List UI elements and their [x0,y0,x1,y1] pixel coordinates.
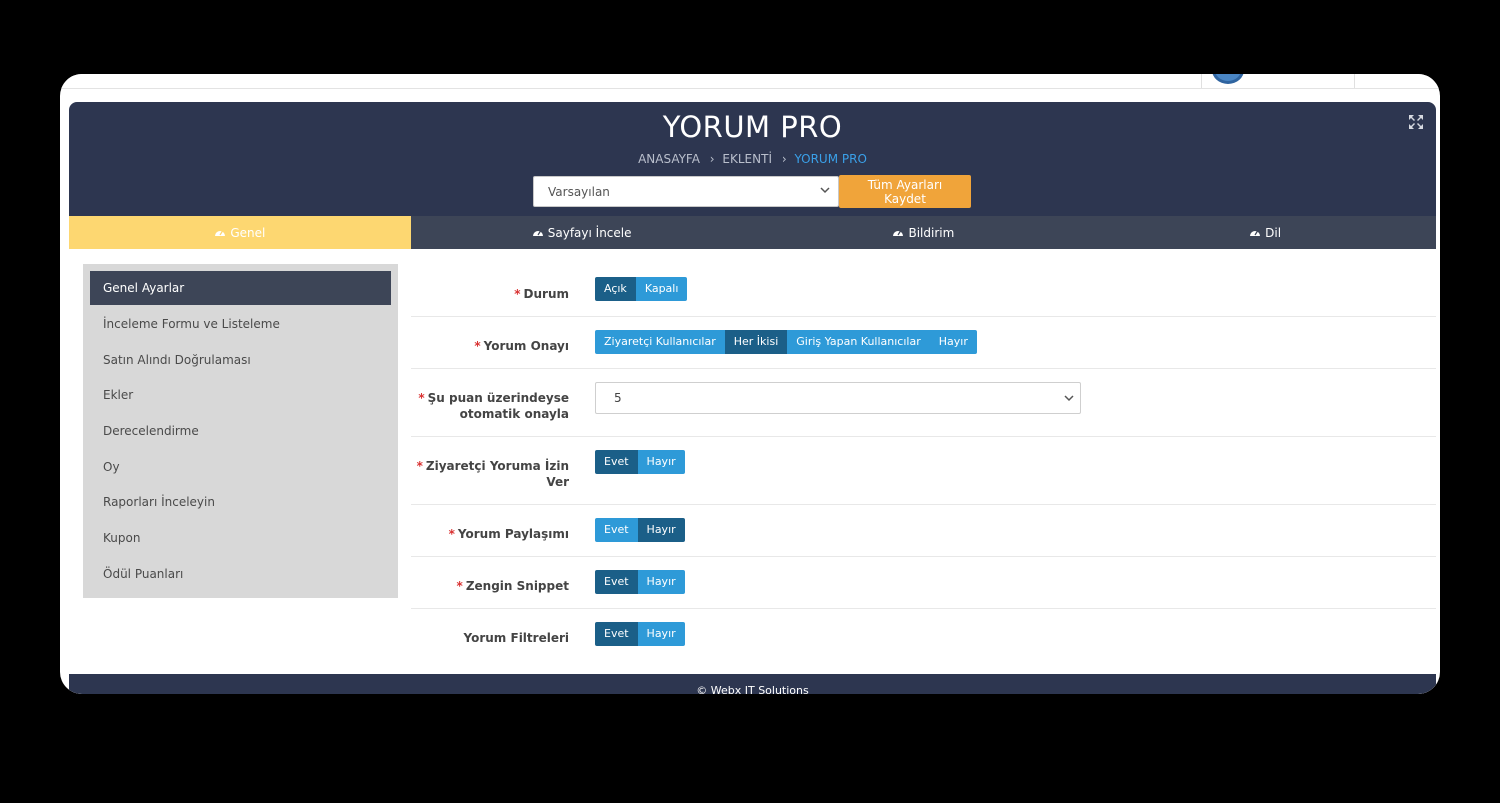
tab-label: Bildirim [908,225,955,240]
profile-select[interactable]: Varsayılan [533,176,839,207]
tab-bildirim[interactable]: Bildirim [753,216,1095,249]
page-footer: © Webx IT Solutions [69,674,1436,694]
ziyaretci-izin-toggle-group: Evet Hayır [595,450,685,474]
yorum-onayi-option-hayir[interactable]: Hayır [929,330,977,354]
sidebar-item-odul-puanlari[interactable]: Ödül Puanları [90,557,391,591]
breadcrumb-separator: › [781,152,787,166]
auto-approve-threshold-value: 5 [614,391,622,405]
form-row-durum: * Durum Açık Kapalı [411,264,1436,317]
settings-sidebar: Genel Ayarlar İnceleme Formu ve Listelem… [83,264,398,598]
sidebar-item-oy[interactable]: Oy [90,450,391,484]
yorum-paylasimi-option-evet[interactable]: Evet [595,518,638,542]
dashboard-gauge-icon [1250,230,1261,236]
page-title: YORUM PRO [662,110,843,144]
field-label: * Zengin Snippet [456,579,569,593]
breadcrumb-current[interactable]: YORUM PRO [794,152,866,166]
required-mark: * [456,579,463,593]
form-row-yorum-paylasimi: * Yorum Paylaşımı Evet Hayır [411,504,1436,557]
nav-divider [1354,74,1355,88]
breadcrumb: ANASAYFA › EKLENTİ › YORUM PRO [69,152,1436,166]
form-row-zengin-snippet: * Zengin Snippet Evet Hayır [411,556,1436,609]
sidebar-item-raporlar[interactable]: Raporları İnceleyin [90,485,391,519]
durum-toggle-group: Açık Kapalı [595,277,688,301]
field-label: * Yorum Onayı [474,339,569,353]
yorum-filtreleri-option-hayir[interactable]: Hayır [637,622,685,646]
form-row-otomatik-onay: * Şu puan üzerindeyse otomatik onayla 5 [411,368,1436,437]
field-label: * Şu puan üzerindeyse otomatik onayla [418,391,569,421]
sidebar-item-inceleme-formu[interactable]: İnceleme Formu ve Listeleme [90,307,391,341]
breadcrumb-home[interactable]: ANASAYFA [638,152,700,166]
field-label: * Ziyaretçi Yoruma İzin Ver [416,459,569,489]
tab-label: Genel [230,225,266,240]
ziyaretci-izin-option-hayir[interactable]: Hayır [637,450,685,474]
save-all-settings-button[interactable]: Tüm Ayarları Kaydet [839,175,971,208]
yorum-onayi-option-her-ikisi[interactable]: Her İkisi [724,330,788,354]
yorum-onayi-option-ziyaretci[interactable]: Ziyaretçi Kullanıcılar [595,330,725,354]
required-mark: * [418,391,425,405]
sidebar-item-genel-ayarlar[interactable]: Genel Ayarlar [90,271,391,305]
form-row-yorum-filtreleri: Yorum Filtreleri Evet Hayır [411,608,1436,660]
tab-sayfayi-incele[interactable]: Sayfayı İncele [411,216,753,249]
dashboard-gauge-icon [532,230,543,236]
zengin-snippet-option-evet[interactable]: Evet [595,570,638,594]
footer-copyright: © Webx IT Solutions [696,684,809,694]
yorum-onayi-option-giris-yapan[interactable]: Giriş Yapan Kullanıcılar [787,330,930,354]
chevron-down-icon [1064,395,1074,402]
nav-divider [1201,74,1202,88]
required-mark: * [474,339,481,353]
yorum-paylasimi-toggle-group: Evet Hayır [595,518,685,542]
yorum-filtreleri-option-evet[interactable]: Evet [595,622,638,646]
yorum-filtreleri-toggle-group: Evet Hayır [595,622,685,646]
tab-bar: Genel Sayfayı İncele Bildirim Dil [69,216,1436,249]
ziyaretci-izin-option-evet[interactable]: Evet [595,450,638,474]
sidebar-item-derecelendirme[interactable]: Derecelendirme [90,414,391,448]
sidebar-item-satin-alindi[interactable]: Satın Alındı Doğrulaması [90,343,391,377]
browser-frame: YORUM PRO ANASAYFA › EKLENTİ › YORUM PRO… [60,74,1440,694]
expand-icon[interactable] [1408,114,1424,130]
form-row-yorum-onayi: * Yorum Onayı Ziyaretçi Kullanıcılar Her … [411,316,1436,369]
module-header: YORUM PRO ANASAYFA › EKLENTİ › YORUM PRO… [69,102,1436,216]
durum-option-acik[interactable]: Açık [595,277,636,301]
user-avatar[interactable] [1212,74,1244,84]
yorum-paylasimi-option-hayir[interactable]: Hayır [637,518,685,542]
field-label: * Yorum Paylaşımı [448,527,569,541]
breadcrumb-extension[interactable]: EKLENTİ [722,152,772,166]
tab-label: Dil [1265,225,1282,240]
tab-label: Sayfayı İncele [547,225,632,240]
profile-select-value: Varsayılan [548,185,610,199]
zengin-snippet-toggle-group: Evet Hayır [595,570,685,594]
auto-approve-threshold-select[interactable]: 5 [595,382,1081,414]
dashboard-gauge-icon [893,230,904,236]
breadcrumb-separator: › [709,152,715,166]
module-panel: YORUM PRO ANASAYFA › EKLENTİ › YORUM PRO… [69,102,1436,694]
dashboard-gauge-icon [215,230,226,236]
tab-dil[interactable]: Dil [1094,216,1436,249]
top-nav-strip [60,74,1440,89]
form-row-ziyaretci-izin: * Ziyaretçi Yoruma İzin Ver Evet Hayır [411,436,1436,505]
durum-option-kapali[interactable]: Kapalı [635,277,688,301]
required-mark: * [514,287,521,301]
field-label: * Durum [514,287,569,301]
tab-genel[interactable]: Genel [69,216,411,249]
sidebar-item-kupon[interactable]: Kupon [90,521,391,555]
required-mark: * [416,459,423,473]
yorum-onayi-toggle-group: Ziyaretçi Kullanıcılar Her İkisi Giriş Y… [595,330,977,354]
sidebar-item-ekler[interactable]: Ekler [90,378,391,412]
zengin-snippet-option-hayir[interactable]: Hayır [637,570,685,594]
required-mark: * [448,527,455,541]
field-label: Yorum Filtreleri [463,631,569,645]
chevron-down-icon [820,187,830,194]
